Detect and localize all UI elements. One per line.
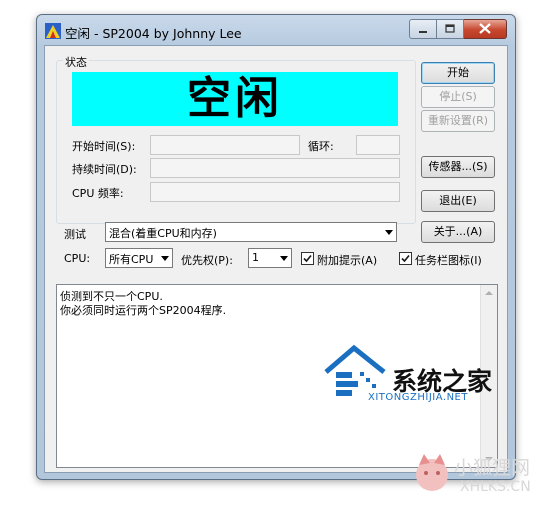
minimize-icon	[419, 31, 427, 33]
watermark2-site-url: XHLKS.CN	[460, 479, 531, 495]
close-icon	[479, 23, 491, 34]
cpu-freq-field	[150, 182, 400, 202]
extra-hints-checkbox[interactable]	[301, 252, 314, 265]
minimize-button[interactable]	[409, 19, 437, 39]
duration-label: 持续时间(D):	[72, 163, 137, 176]
cpu-label: CPU:	[64, 252, 91, 265]
reset-button[interactable]: 重新设置(R)	[421, 110, 495, 132]
chevron-down-icon	[280, 256, 288, 261]
test-select[interactable]: 混合(着重CPU和内存)	[105, 222, 397, 242]
checkmark-icon	[401, 254, 410, 263]
title-bar[interactable]: 空闲 - SP2004 by Johnny Lee	[37, 15, 515, 45]
exit-button[interactable]: 退出(E)	[421, 190, 495, 212]
about-button[interactable]: 关于...(A)	[421, 221, 495, 243]
window-title: 空闲 - SP2004 by Johnny Lee	[65, 26, 242, 41]
cpu-select[interactable]: 所有CPU	[105, 248, 173, 268]
stop-button[interactable]: 停止(S)	[421, 86, 495, 108]
test-label: 测试	[64, 228, 86, 241]
chevron-down-icon	[385, 230, 393, 235]
test-select-value: 混合(着重CPU和内存)	[109, 227, 217, 240]
taskbar-icon-checkbox[interactable]	[399, 252, 412, 265]
watermark2-site-name: 小狐狸网	[454, 457, 531, 479]
sensor-button[interactable]: 传感器...(S)	[421, 156, 495, 178]
cpu-freq-label: CPU 频率:	[72, 187, 124, 200]
status-display: 空闲	[72, 72, 398, 126]
loop-label: 循环:	[308, 140, 334, 153]
maximize-button[interactable]	[437, 19, 464, 39]
status-group-label: 状态	[63, 54, 89, 70]
start-button[interactable]: 开始	[421, 62, 495, 84]
maximize-icon	[445, 24, 455, 33]
priority-label: 优先权(P):	[181, 254, 233, 267]
log-line: 你必须同时运行两个SP2004程序.	[60, 304, 227, 317]
loop-field	[356, 135, 400, 155]
duration-field	[150, 158, 400, 178]
xhlks-watermark: 小狐狸网 XHLKS.CN	[410, 445, 550, 505]
checkmark-icon	[303, 254, 312, 263]
priority-select[interactable]: 1	[248, 248, 292, 268]
app-icon	[45, 23, 61, 39]
taskbar-icon-label[interactable]: 任务栏图标(I)	[415, 252, 482, 268]
start-time-label: 开始时间(S):	[72, 140, 136, 153]
fox-logo-icon	[416, 454, 448, 491]
chevron-down-icon	[161, 256, 169, 261]
watermark-site-url: XITONGZHIJIA.NET	[368, 392, 468, 403]
scroll-up-icon[interactable]	[485, 291, 493, 295]
start-time-field	[150, 135, 300, 155]
cpu-select-value: 所有CPU	[109, 253, 154, 266]
extra-hints-label[interactable]: 附加提示(A)	[317, 252, 377, 268]
close-button[interactable]	[464, 19, 507, 39]
priority-select-value: 1	[252, 251, 259, 264]
xitongzhijia-watermark: 系统之家 XITONGZHIJIA.NET	[322, 342, 522, 422]
